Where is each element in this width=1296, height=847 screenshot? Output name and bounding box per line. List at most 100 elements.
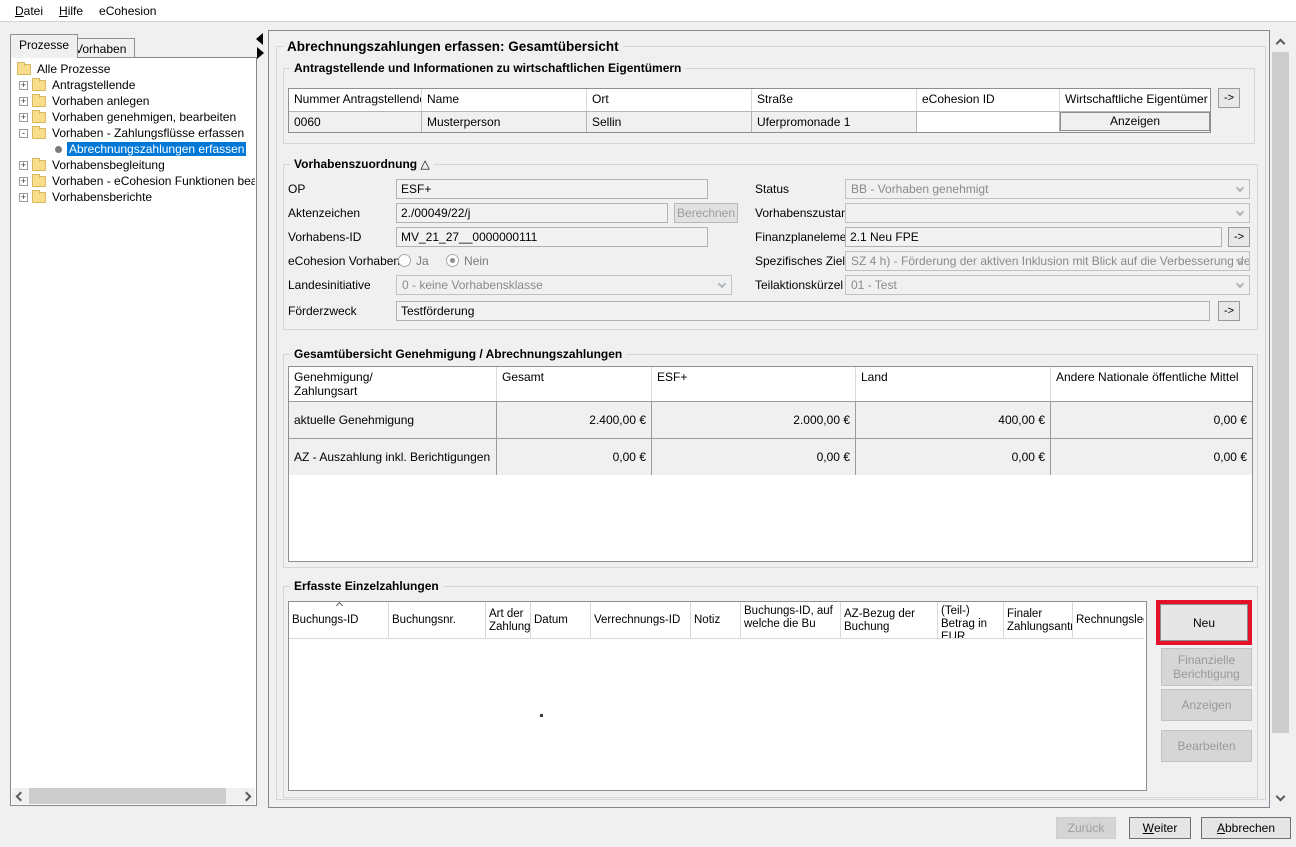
column-header-name: Name [422,89,587,111]
column-header-teilbetrag[interactable]: (Teil-) Betrag in EUR [938,602,1004,639]
tree-horizontal-scrollbar[interactable] [12,788,255,804]
scroll-down-icon[interactable] [1272,788,1289,805]
spezifisches-ziel-select[interactable]: SZ 4 h) - Förderung der aktiven Inklusio… [845,251,1250,271]
weiter-button[interactable]: Weiter [1129,817,1191,839]
foerderzweck-label: Förderzweck [288,304,357,318]
tree-item-vorhabensberichte[interactable]: + Vorhabensberichte [13,189,255,205]
selected-tree-label: Abrechnungszahlungen erfassen [67,142,246,156]
anzeigen-cell-button[interactable]: Anzeigen [1060,112,1210,131]
finanzielle-berichtigung-button[interactable]: Finanzielle Berichtigung [1161,648,1252,686]
finanzplanelement-label: Finanzplanelement [755,230,856,244]
cell-name: Musterperson [422,111,587,132]
spezifisches-ziel-label: Spezifisches Ziel [755,254,845,268]
folder-icon [32,176,46,187]
menu-datei[interactable]: Datei [7,2,51,20]
anzeigen-button[interactable]: Anzeigen [1161,689,1252,721]
expand-icon[interactable]: + [19,113,28,122]
cell-land: 0,00 € [856,438,1051,475]
group-genehmigung-title: Gesamtübersicht Genehmigung / Abrechnung… [290,347,626,361]
folder-icon [32,96,46,107]
radio-nein[interactable] [446,254,459,267]
splitter-expand-right-icon[interactable] [257,47,264,59]
tree-item-antragstellende[interactable]: + Antragstellende [13,77,255,93]
einzelzahlungen-table: Buchungs-ID Buchungsnr. Art der Zahlung … [288,601,1147,791]
column-header-nummer: Nummer Antragstellende [289,89,422,111]
aktenzeichen-field[interactable]: 2./00049/22/j [396,203,668,223]
expand-icon[interactable]: + [19,81,28,90]
tree-item-vorhaben-anlegen[interactable]: + Vorhaben anlegen [13,93,255,109]
scroll-right-icon[interactable] [238,788,255,804]
berechnen-button[interactable]: Berechnen [674,203,738,223]
main-vertical-scrollbar[interactable] [1272,35,1289,805]
zurueck-button[interactable]: Zurück [1056,817,1116,839]
expand-icon[interactable]: + [19,193,28,202]
landesinitiative-label: Landesinitiative [288,278,371,292]
cell-nummer: 0060 [289,111,422,132]
vorhabenszustand-label: Vorhabenszustand [755,206,854,220]
column-header-zahlungsart: Genehmigung/Zahlungsart [289,367,497,401]
vscroll-thumb[interactable] [1272,52,1289,733]
abbrechen-button[interactable]: Abbrechen [1201,817,1291,839]
collapse-icon[interactable]: - [19,129,28,138]
column-header-buchungs-id[interactable]: Buchungs-ID [289,602,389,639]
tree-item-alle-prozesse[interactable]: Alle Prozesse [13,61,255,77]
neu-button[interactable]: Neu [1160,604,1248,641]
column-header-finaler-zahlungsantrag[interactable]: Finaler Zahlungsantra [1004,602,1073,639]
radio-ja[interactable] [398,254,411,267]
column-header-ort: Ort [587,89,752,111]
expand-icon[interactable]: + [19,97,28,106]
menu-hilfe[interactable]: Hilfe [51,2,91,20]
tree-item-vorhaben-genehmigen[interactable]: + Vorhaben genehmigen, bearbeiten [13,109,255,125]
column-header-datum[interactable]: Datum [531,602,591,639]
applicant-row: 0060 Musterperson Sellin Uferpromonade 1… [289,111,1210,132]
tree-item-ecohesion-funktionen[interactable]: + Vorhaben - eCohesion Funktionen bearbe… [13,173,255,189]
chevron-down-icon [1236,280,1244,288]
foerderzweck-field[interactable]: Testförderung [396,301,1210,321]
foerderzweck-goto-button[interactable]: -> [1218,301,1240,321]
menubar: Datei Hilfe eCohesion [0,0,1296,22]
column-header-notiz[interactable]: Notiz [691,602,741,639]
column-header-az-bezug[interactable]: AZ-Bezug der Buchung [841,602,938,639]
cell-esf: 0,00 € [652,438,856,475]
tab-prozesse[interactable]: Prozesse [10,34,78,58]
app-window: Datei Hilfe eCohesion Prozesse Vorhaben … [0,0,1296,847]
finanzplanelement-goto-button[interactable]: -> [1228,227,1250,247]
expand-icon[interactable]: + [19,161,28,170]
column-header-buchungsnr[interactable]: Buchungsnr. [389,602,486,639]
group-antragstellende-title: Antragstellende und Informationen zu wir… [290,61,685,75]
chevron-down-icon [1236,208,1244,216]
landesinitiative-select[interactable]: 0 - keine Vorhabensklasse [396,275,732,295]
folder-icon [17,64,31,75]
menu-ecohesion[interactable]: eCohesion [91,2,164,20]
op-field[interactable]: ESF+ [396,179,708,199]
vorhabenszustand-select[interactable] [845,203,1250,223]
tree-item-vorhabensbegleitung[interactable]: + Vorhabensbegleitung [13,157,255,173]
bearbeiten-button[interactable]: Bearbeiten [1161,730,1252,762]
column-header-buchungs-id-bezug[interactable]: Buchungs-ID, auf welche die Bu [741,602,841,639]
column-header-andere: Andere Nationale öffentliche Mittel [1051,367,1252,401]
tree-item-abrechnungszahlungen[interactable]: Abrechnungszahlungen erfassen [13,141,255,157]
aktenzeichen-label: Aktenzeichen [288,206,360,220]
applicants-goto-button[interactable]: -> [1218,88,1240,108]
radio-group-ecohesion: Ja Nein [398,253,503,268]
cell-esf: 2.000,00 € [652,401,856,438]
folder-icon [32,192,46,203]
expand-icon[interactable]: + [19,177,28,186]
hscroll-thumb[interactable] [29,788,226,804]
folder-icon [32,160,46,171]
cell-art: aktuelle Genehmigung [289,401,497,438]
scroll-left-icon[interactable] [12,788,29,804]
splitter-collapse-left-icon[interactable] [256,33,263,45]
teilaktionskuerzel-select[interactable]: 01 - Test [845,275,1250,295]
cell-eigentuemer: Anzeigen [1060,111,1210,132]
vorhabens-id-field[interactable]: MV_21_27__0000000111 [396,227,708,247]
finanzplanelement-field[interactable]: 2.1 Neu FPE [845,227,1222,247]
column-header-rechnungslegung[interactable]: Rechnungsleg [1073,602,1144,639]
group-vorhabenszuordnung-title: Vorhabenszuordnung △ [290,157,434,171]
scroll-up-icon[interactable] [1272,35,1289,52]
column-header-art-der-zahlung[interactable]: Art der Zahlung [486,602,531,639]
tree-item-zahlungsfluesse[interactable]: - Vorhaben - Zahlungsflüsse erfassen [13,125,255,141]
column-header-verrechnungs-id[interactable]: Verrechnungs-ID [591,602,691,639]
status-select[interactable]: BB - Vorhaben genehmigt [845,179,1250,199]
cell-gesamt: 2.400,00 € [497,401,652,438]
